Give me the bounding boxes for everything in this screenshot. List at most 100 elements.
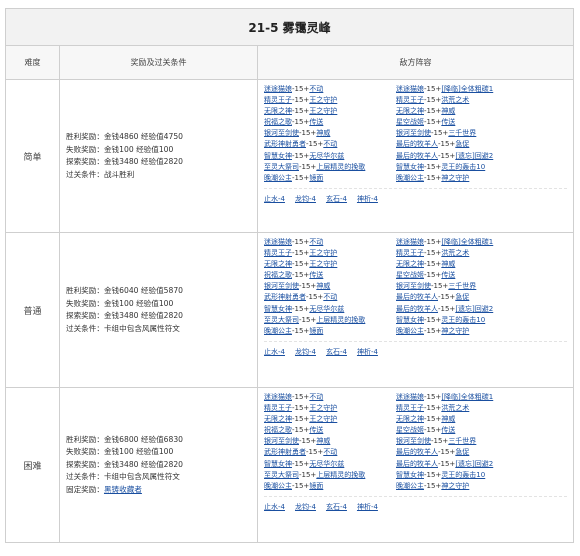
enemy-skill-link[interactable]: 王之守护 [309, 415, 337, 423]
enemy-card-link[interactable]: 晚潮公主 [396, 327, 424, 335]
enemy-skill-link[interactable]: 神威 [441, 415, 455, 423]
enemy-card-link[interactable]: 迷途猫娘 [396, 238, 424, 246]
enemy-card-link[interactable]: 祝福之歌 [264, 426, 292, 434]
terrain-link[interactable]: 神析-4 [357, 348, 378, 356]
enemy-card-link[interactable]: 至灵大祭司 [264, 316, 299, 324]
enemy-card-link[interactable]: 智慧女神 [264, 460, 292, 468]
enemy-card-link[interactable]: 祝福之歌 [264, 118, 292, 126]
enemy-skill-link[interactable]: 传送 [309, 118, 323, 126]
enemy-skill-link[interactable]: 上层精灵的挽歌 [316, 471, 365, 479]
enemy-card-link[interactable]: 精灵王子 [396, 404, 424, 412]
enemy-card-link[interactable]: 最后的牧羊人 [396, 152, 438, 160]
terrain-link[interactable]: 止水-4 [264, 503, 285, 511]
enemy-skill-link[interactable]: 灵王的轰击10 [441, 163, 485, 171]
enemy-skill-link[interactable]: [降临]全体粗碳1 [441, 393, 493, 401]
enemy-card-link[interactable]: 无限之神 [264, 107, 292, 115]
enemy-card-link[interactable]: 智慧女神 [396, 471, 424, 479]
enemy-card-link[interactable]: 晚潮公主 [396, 482, 424, 490]
enemy-card-link[interactable]: 迷途猫娘 [396, 85, 424, 93]
enemy-skill-link[interactable]: 无尽华尔兹 [309, 305, 344, 313]
enemy-skill-link[interactable]: 三千世界 [448, 282, 476, 290]
enemy-skill-link[interactable]: 不动 [323, 448, 337, 456]
terrain-link[interactable]: 龙钧-4 [295, 503, 316, 511]
enemy-card-link[interactable]: 精灵王子 [396, 249, 424, 257]
enemy-skill-link[interactable]: 神威 [316, 129, 330, 137]
enemy-card-link[interactable]: 银河至剑使 [264, 437, 299, 445]
terrain-link[interactable]: 玄石-4 [326, 503, 347, 511]
enemy-card-link[interactable]: 武形神射勇者 [264, 448, 306, 456]
enemy-card-link[interactable]: 武形神射勇者 [264, 293, 306, 301]
enemy-skill-link[interactable]: 三千世界 [448, 129, 476, 137]
terrain-link[interactable]: 龙钧-4 [295, 348, 316, 356]
enemy-skill-link[interactable]: 王之守护 [309, 249, 337, 257]
enemy-card-link[interactable]: 银河至剑使 [264, 282, 299, 290]
enemy-card-link[interactable]: 迷途猫娘 [264, 238, 292, 246]
enemy-skill-link[interactable]: 神威 [441, 107, 455, 115]
enemy-card-link[interactable]: 迷途猫娘 [396, 393, 424, 401]
enemy-skill-link[interactable]: [遗忘]回避2 [455, 152, 493, 160]
enemy-card-link[interactable]: 迷途猫娘 [264, 393, 292, 401]
enemy-skill-link[interactable]: 神威 [441, 260, 455, 268]
enemy-skill-link[interactable]: 神威 [316, 282, 330, 290]
enemy-card-link[interactable]: 晚潮公主 [264, 327, 292, 335]
enemy-card-link[interactable]: 无限之神 [396, 415, 424, 423]
enemy-skill-link[interactable]: [降临]全体粗碳1 [441, 85, 493, 93]
enemy-card-link[interactable]: 精灵王子 [264, 249, 292, 257]
enemy-skill-link[interactable]: 无尽华尔兹 [309, 152, 344, 160]
enemy-skill-link[interactable]: 不动 [323, 293, 337, 301]
enemy-skill-link[interactable]: 无尽华尔兹 [309, 460, 344, 468]
enemy-card-link[interactable]: 无限之神 [396, 107, 424, 115]
enemy-skill-link[interactable]: 神之守护 [441, 482, 469, 490]
enemy-skill-link[interactable]: 三千世界 [448, 437, 476, 445]
enemy-card-link[interactable]: 星空战姬 [396, 426, 424, 434]
enemy-card-link[interactable]: 迷途猫娘 [264, 85, 292, 93]
enemy-card-link[interactable]: 智慧女神 [396, 163, 424, 171]
enemy-skill-link[interactable]: 不动 [309, 85, 323, 93]
enemy-skill-link[interactable]: 洪荒之术 [441, 404, 469, 412]
enemy-skill-link[interactable]: 镜面 [309, 482, 323, 490]
enemy-skill-link[interactable]: 传送 [441, 271, 455, 279]
enemy-card-link[interactable]: 最后的牧羊人 [396, 460, 438, 468]
terrain-link[interactable]: 神析-4 [357, 195, 378, 203]
enemy-card-link[interactable]: 精灵王子 [396, 96, 424, 104]
enemy-card-link[interactable]: 武形神射勇者 [264, 140, 306, 148]
terrain-link[interactable]: 止水-4 [264, 348, 285, 356]
enemy-card-link[interactable]: 智慧女神 [396, 316, 424, 324]
enemy-skill-link[interactable]: 急促 [455, 293, 469, 301]
enemy-skill-link[interactable]: 传送 [309, 426, 323, 434]
enemy-card-link[interactable]: 最后的牧羊人 [396, 140, 438, 148]
enemy-card-link[interactable]: 晚潮公主 [396, 174, 424, 182]
enemy-skill-link[interactable]: 神之守护 [441, 327, 469, 335]
enemy-card-link[interactable]: 精灵王子 [264, 404, 292, 412]
enemy-card-link[interactable]: 至灵大祭司 [264, 471, 299, 479]
enemy-skill-link[interactable]: [降临]全体粗碳1 [441, 238, 493, 246]
enemy-skill-link[interactable]: 不动 [309, 393, 323, 401]
terrain-link[interactable]: 神析-4 [357, 503, 378, 511]
enemy-skill-link[interactable]: 镜面 [309, 174, 323, 182]
enemy-card-link[interactable]: 银河至剑使 [396, 437, 431, 445]
enemy-card-link[interactable]: 星空战姬 [396, 118, 424, 126]
enemy-skill-link[interactable]: 王之守护 [309, 107, 337, 115]
enemy-skill-link[interactable]: 上层精灵的挽歌 [316, 316, 365, 324]
enemy-card-link[interactable]: 精灵王子 [264, 96, 292, 104]
enemy-skill-link[interactable]: 不动 [323, 140, 337, 148]
enemy-card-link[interactable]: 最后的牧羊人 [396, 305, 438, 313]
enemy-card-link[interactable]: 晚潮公主 [264, 174, 292, 182]
enemy-skill-link[interactable]: 传送 [441, 118, 455, 126]
enemy-card-link[interactable]: 晚潮公主 [264, 482, 292, 490]
enemy-card-link[interactable]: 无限之神 [264, 415, 292, 423]
enemy-skill-link[interactable]: [遗忘]回避2 [455, 460, 493, 468]
enemy-card-link[interactable]: 无限之神 [264, 260, 292, 268]
enemy-skill-link[interactable]: [遗忘]回避2 [455, 305, 493, 313]
terrain-link[interactable]: 玄石-4 [326, 348, 347, 356]
enemy-skill-link[interactable]: 不动 [309, 238, 323, 246]
enemy-skill-link[interactable]: 神威 [316, 437, 330, 445]
terrain-link[interactable]: 止水-4 [264, 195, 285, 203]
enemy-card-link[interactable]: 智慧女神 [264, 305, 292, 313]
enemy-skill-link[interactable]: 上层精灵的挽歌 [316, 163, 365, 171]
enemy-card-link[interactable]: 智慧女神 [264, 152, 292, 160]
enemy-card-link[interactable]: 祝福之歌 [264, 271, 292, 279]
enemy-skill-link[interactable]: 洪荒之术 [441, 96, 469, 104]
enemy-skill-link[interactable]: 传送 [309, 271, 323, 279]
enemy-skill-link[interactable]: 灵王的轰击10 [441, 471, 485, 479]
